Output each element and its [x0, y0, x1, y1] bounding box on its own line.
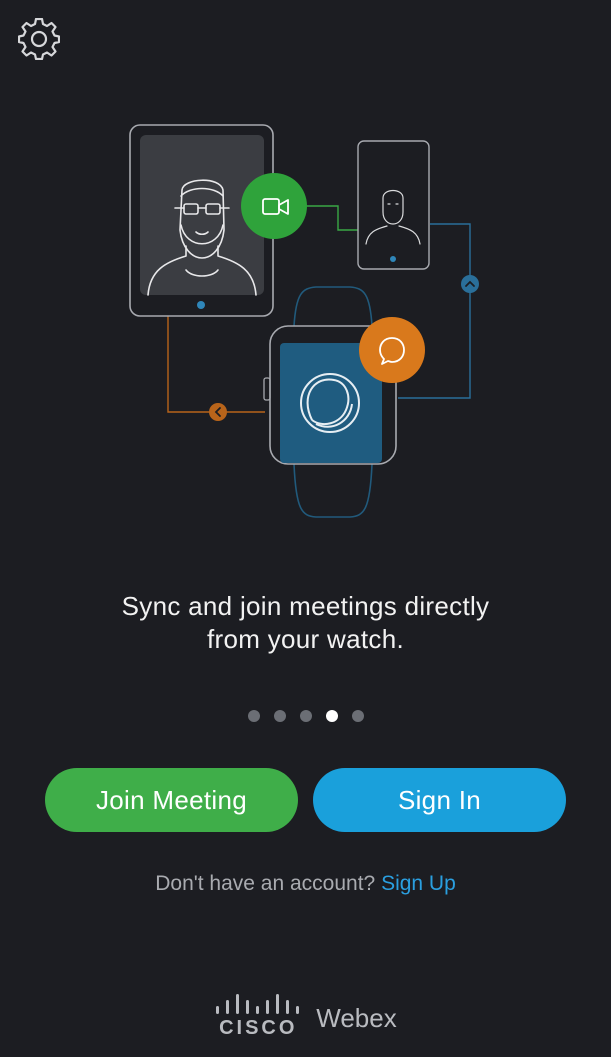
chevron-left-icon: [209, 403, 227, 421]
onboarding-illustration: [129, 124, 479, 518]
welcome-screen: Sync and join meetings directly from you…: [0, 0, 611, 1057]
person-avatar-small: [365, 189, 421, 245]
join-meeting-button[interactable]: Join Meeting: [45, 768, 298, 832]
sign-in-label: Sign In: [397, 784, 482, 815]
page-dot-4[interactable]: [325, 710, 338, 722]
chevron-up-icon: [461, 275, 479, 293]
tagline-line-1: Sync and join meetings directly: [121, 591, 490, 621]
sign-in-button[interactable]: Sign In: [313, 768, 566, 832]
page-indicator: [0, 710, 611, 724]
cisco-logo: CISCO: [214, 994, 302, 1040]
cisco-wordmark: CISCO: [219, 1017, 298, 1039]
chat-badge: [359, 317, 425, 383]
page-dot-3[interactable]: [299, 710, 312, 722]
join-meeting-label: Join Meeting: [95, 784, 248, 815]
account-prompt-row: Don't have an account? Sign Up: [0, 872, 611, 896]
page-dot-5[interactable]: [351, 710, 364, 722]
webex-wordmark: Webex: [316, 1002, 397, 1033]
page-dot-2[interactable]: [273, 710, 286, 722]
sign-up-link[interactable]: Sign Up: [381, 872, 456, 895]
brand-footer: CISCO Webex: [0, 992, 611, 1042]
page-dot-1[interactable]: [247, 710, 260, 722]
video-badge: [241, 173, 307, 239]
phone-device: [357, 140, 430, 270]
cisco-bars-icon: [216, 994, 300, 1014]
tagline-line-2: from your watch.: [207, 624, 404, 654]
account-prompt-text: Don't have an account?: [155, 872, 376, 895]
onboarding-tagline: Sync and join meetings directly from you…: [40, 590, 571, 656]
